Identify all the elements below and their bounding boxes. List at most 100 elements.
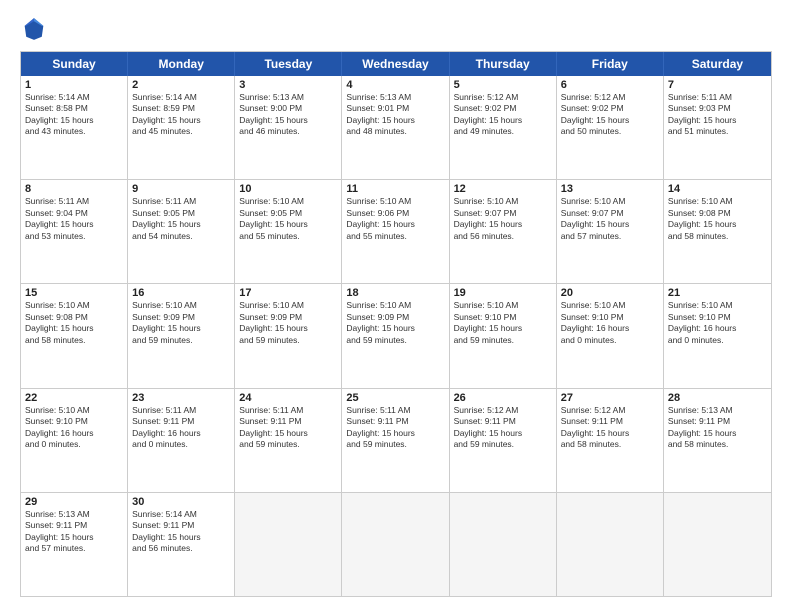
- calendar-week-3: 15Sunrise: 5:10 AM Sunset: 9:08 PM Dayli…: [21, 284, 771, 388]
- calendar-week-4: 22Sunrise: 5:10 AM Sunset: 9:10 PM Dayli…: [21, 389, 771, 493]
- day-cell-5: 5Sunrise: 5:12 AM Sunset: 9:02 PM Daylig…: [450, 76, 557, 179]
- day-info: Sunrise: 5:10 AM Sunset: 9:08 PM Dayligh…: [668, 196, 767, 242]
- header-day-wednesday: Wednesday: [342, 52, 449, 76]
- day-cell-30: 30Sunrise: 5:14 AM Sunset: 9:11 PM Dayli…: [128, 493, 235, 596]
- header-day-saturday: Saturday: [664, 52, 771, 76]
- day-cell-20: 20Sunrise: 5:10 AM Sunset: 9:10 PM Dayli…: [557, 284, 664, 387]
- calendar-header: SundayMondayTuesdayWednesdayThursdayFrid…: [21, 52, 771, 76]
- day-info: Sunrise: 5:10 AM Sunset: 9:07 PM Dayligh…: [561, 196, 659, 242]
- calendar-body: 1Sunrise: 5:14 AM Sunset: 8:58 PM Daylig…: [21, 76, 771, 596]
- day-cell-15: 15Sunrise: 5:10 AM Sunset: 9:08 PM Dayli…: [21, 284, 128, 387]
- day-info: Sunrise: 5:13 AM Sunset: 9:11 PM Dayligh…: [25, 509, 123, 555]
- day-number: 5: [454, 79, 552, 91]
- day-number: 19: [454, 287, 552, 299]
- day-cell-1: 1Sunrise: 5:14 AM Sunset: 8:58 PM Daylig…: [21, 76, 128, 179]
- day-info: Sunrise: 5:10 AM Sunset: 9:10 PM Dayligh…: [25, 405, 123, 451]
- day-number: 17: [239, 287, 337, 299]
- header-day-sunday: Sunday: [21, 52, 128, 76]
- day-number: 29: [25, 496, 123, 508]
- day-cell-7: 7Sunrise: 5:11 AM Sunset: 9:03 PM Daylig…: [664, 76, 771, 179]
- day-info: Sunrise: 5:13 AM Sunset: 9:11 PM Dayligh…: [668, 405, 767, 451]
- day-cell-18: 18Sunrise: 5:10 AM Sunset: 9:09 PM Dayli…: [342, 284, 449, 387]
- day-info: Sunrise: 5:13 AM Sunset: 9:00 PM Dayligh…: [239, 92, 337, 138]
- day-number: 26: [454, 392, 552, 404]
- day-number: 7: [668, 79, 767, 91]
- day-number: 23: [132, 392, 230, 404]
- header-day-tuesday: Tuesday: [235, 52, 342, 76]
- day-cell-13: 13Sunrise: 5:10 AM Sunset: 9:07 PM Dayli…: [557, 180, 664, 283]
- day-cell-8: 8Sunrise: 5:11 AM Sunset: 9:04 PM Daylig…: [21, 180, 128, 283]
- day-info: Sunrise: 5:10 AM Sunset: 9:09 PM Dayligh…: [239, 300, 337, 346]
- calendar-week-2: 8Sunrise: 5:11 AM Sunset: 9:04 PM Daylig…: [21, 180, 771, 284]
- day-cell-29: 29Sunrise: 5:13 AM Sunset: 9:11 PM Dayli…: [21, 493, 128, 596]
- calendar-week-5: 29Sunrise: 5:13 AM Sunset: 9:11 PM Dayli…: [21, 493, 771, 596]
- header-day-friday: Friday: [557, 52, 664, 76]
- day-info: Sunrise: 5:11 AM Sunset: 9:03 PM Dayligh…: [668, 92, 767, 138]
- day-cell-17: 17Sunrise: 5:10 AM Sunset: 9:09 PM Dayli…: [235, 284, 342, 387]
- day-info: Sunrise: 5:12 AM Sunset: 9:11 PM Dayligh…: [561, 405, 659, 451]
- empty-cell: [450, 493, 557, 596]
- day-cell-28: 28Sunrise: 5:13 AM Sunset: 9:11 PM Dayli…: [664, 389, 771, 492]
- day-cell-19: 19Sunrise: 5:10 AM Sunset: 9:10 PM Dayli…: [450, 284, 557, 387]
- day-info: Sunrise: 5:10 AM Sunset: 9:10 PM Dayligh…: [454, 300, 552, 346]
- day-number: 2: [132, 79, 230, 91]
- day-number: 14: [668, 183, 767, 195]
- day-number: 15: [25, 287, 123, 299]
- day-number: 9: [132, 183, 230, 195]
- day-info: Sunrise: 5:14 AM Sunset: 9:11 PM Dayligh…: [132, 509, 230, 555]
- day-info: Sunrise: 5:11 AM Sunset: 9:05 PM Dayligh…: [132, 196, 230, 242]
- empty-cell: [235, 493, 342, 596]
- day-info: Sunrise: 5:11 AM Sunset: 9:04 PM Dayligh…: [25, 196, 123, 242]
- day-number: 3: [239, 79, 337, 91]
- day-cell-3: 3Sunrise: 5:13 AM Sunset: 9:00 PM Daylig…: [235, 76, 342, 179]
- day-number: 8: [25, 183, 123, 195]
- day-cell-23: 23Sunrise: 5:11 AM Sunset: 9:11 PM Dayli…: [128, 389, 235, 492]
- calendar: SundayMondayTuesdayWednesdayThursdayFrid…: [20, 51, 772, 597]
- day-info: Sunrise: 5:11 AM Sunset: 9:11 PM Dayligh…: [346, 405, 444, 451]
- day-number: 28: [668, 392, 767, 404]
- day-info: Sunrise: 5:10 AM Sunset: 9:05 PM Dayligh…: [239, 196, 337, 242]
- day-info: Sunrise: 5:10 AM Sunset: 9:09 PM Dayligh…: [346, 300, 444, 346]
- day-info: Sunrise: 5:12 AM Sunset: 9:02 PM Dayligh…: [561, 92, 659, 138]
- day-info: Sunrise: 5:11 AM Sunset: 9:11 PM Dayligh…: [132, 405, 230, 451]
- day-cell-6: 6Sunrise: 5:12 AM Sunset: 9:02 PM Daylig…: [557, 76, 664, 179]
- day-cell-9: 9Sunrise: 5:11 AM Sunset: 9:05 PM Daylig…: [128, 180, 235, 283]
- day-number: 16: [132, 287, 230, 299]
- day-number: 30: [132, 496, 230, 508]
- calendar-week-1: 1Sunrise: 5:14 AM Sunset: 8:58 PM Daylig…: [21, 76, 771, 180]
- day-info: Sunrise: 5:10 AM Sunset: 9:09 PM Dayligh…: [132, 300, 230, 346]
- day-info: Sunrise: 5:10 AM Sunset: 9:10 PM Dayligh…: [561, 300, 659, 346]
- header: [20, 15, 772, 43]
- header-day-thursday: Thursday: [450, 52, 557, 76]
- day-info: Sunrise: 5:12 AM Sunset: 9:02 PM Dayligh…: [454, 92, 552, 138]
- day-number: 21: [668, 287, 767, 299]
- day-info: Sunrise: 5:14 AM Sunset: 8:58 PM Dayligh…: [25, 92, 123, 138]
- header-day-monday: Monday: [128, 52, 235, 76]
- day-cell-11: 11Sunrise: 5:10 AM Sunset: 9:06 PM Dayli…: [342, 180, 449, 283]
- day-number: 24: [239, 392, 337, 404]
- day-number: 10: [239, 183, 337, 195]
- day-number: 1: [25, 79, 123, 91]
- day-number: 25: [346, 392, 444, 404]
- day-number: 11: [346, 183, 444, 195]
- day-cell-12: 12Sunrise: 5:10 AM Sunset: 9:07 PM Dayli…: [450, 180, 557, 283]
- day-cell-25: 25Sunrise: 5:11 AM Sunset: 9:11 PM Dayli…: [342, 389, 449, 492]
- empty-cell: [342, 493, 449, 596]
- day-cell-27: 27Sunrise: 5:12 AM Sunset: 9:11 PM Dayli…: [557, 389, 664, 492]
- day-cell-24: 24Sunrise: 5:11 AM Sunset: 9:11 PM Dayli…: [235, 389, 342, 492]
- day-number: 4: [346, 79, 444, 91]
- day-cell-22: 22Sunrise: 5:10 AM Sunset: 9:10 PM Dayli…: [21, 389, 128, 492]
- day-info: Sunrise: 5:10 AM Sunset: 9:10 PM Dayligh…: [668, 300, 767, 346]
- day-info: Sunrise: 5:10 AM Sunset: 9:07 PM Dayligh…: [454, 196, 552, 242]
- page: SundayMondayTuesdayWednesdayThursdayFrid…: [0, 0, 792, 612]
- day-cell-14: 14Sunrise: 5:10 AM Sunset: 9:08 PM Dayli…: [664, 180, 771, 283]
- day-cell-21: 21Sunrise: 5:10 AM Sunset: 9:10 PM Dayli…: [664, 284, 771, 387]
- day-cell-2: 2Sunrise: 5:14 AM Sunset: 8:59 PM Daylig…: [128, 76, 235, 179]
- empty-cell: [557, 493, 664, 596]
- day-cell-4: 4Sunrise: 5:13 AM Sunset: 9:01 PM Daylig…: [342, 76, 449, 179]
- day-info: Sunrise: 5:13 AM Sunset: 9:01 PM Dayligh…: [346, 92, 444, 138]
- day-info: Sunrise: 5:11 AM Sunset: 9:11 PM Dayligh…: [239, 405, 337, 451]
- day-info: Sunrise: 5:10 AM Sunset: 9:08 PM Dayligh…: [25, 300, 123, 346]
- day-number: 27: [561, 392, 659, 404]
- logo-icon: [20, 15, 48, 43]
